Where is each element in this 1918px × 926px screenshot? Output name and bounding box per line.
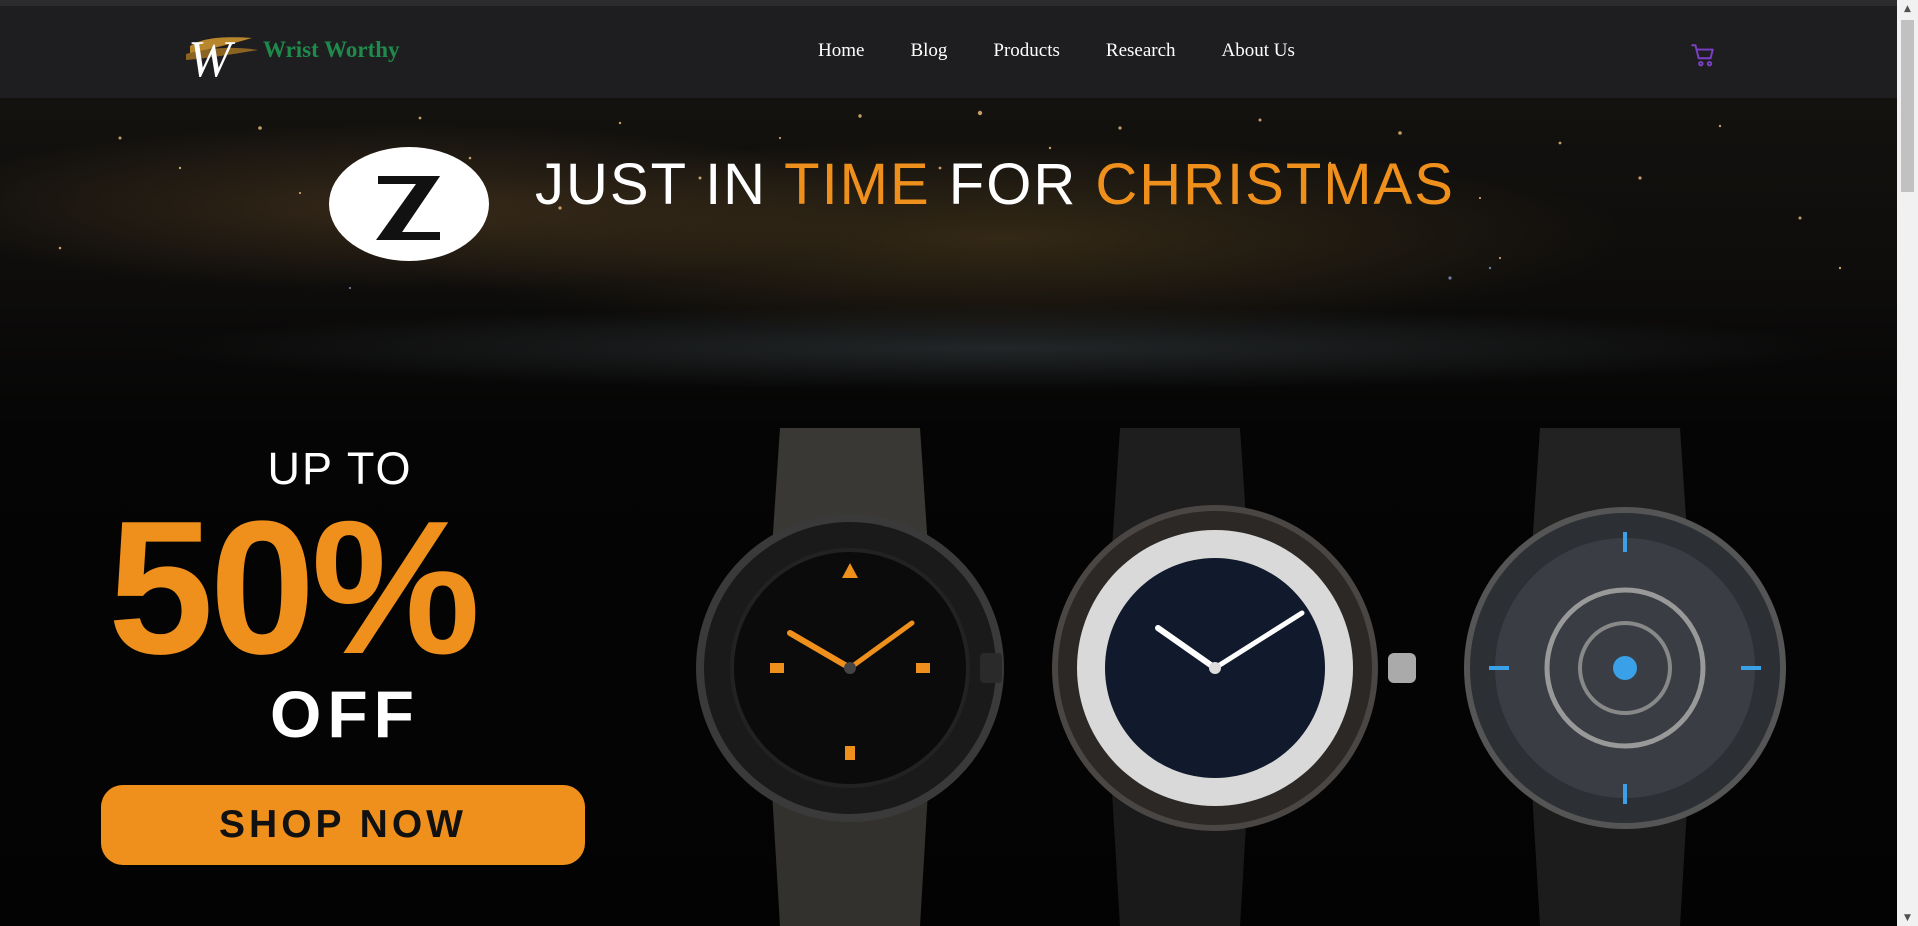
brand-name[interactable]: Wrist Worthy	[263, 37, 400, 63]
svg-text:W: W	[188, 31, 236, 84]
night-earth-background	[58, 110, 1842, 290]
headline-christmas: CHRISTMAS	[1095, 152, 1455, 217]
nav-about-us[interactable]: About Us	[1222, 40, 1295, 62]
z-brand-logo	[329, 147, 489, 261]
watch-1	[696, 428, 1004, 926]
shopping-cart-icon[interactable]	[1690, 42, 1716, 68]
headline-just-in: JUST IN	[535, 152, 785, 217]
watch-3	[1464, 428, 1786, 926]
scrollbar-thumb[interactable]	[1901, 20, 1914, 192]
promo-percent: 50%	[108, 482, 480, 694]
hero-banner: JUST IN TIME FOR CHRISTMAS UP TO 50% OFF…	[0, 98, 1897, 926]
watches-product-image	[696, 428, 1786, 926]
promo-off: OFF	[270, 677, 420, 751]
navbar: W Wrist Worthy Home Blog Products Resear…	[0, 6, 1897, 99]
headline-for: FOR	[930, 152, 1096, 217]
headline-time: TIME	[784, 152, 931, 217]
watch-2	[1052, 428, 1416, 926]
nav-blog[interactable]: Blog	[910, 40, 947, 62]
page-scrollbar[interactable]: ▲ ▼	[1897, 0, 1918, 926]
hero-headline: JUST IN TIME FOR CHRISTMAS	[535, 156, 1455, 214]
ww-monogram-icon[interactable]: W	[182, 24, 262, 84]
nav-home[interactable]: Home	[818, 40, 864, 62]
shop-now-button[interactable]: SHOP NOW	[101, 785, 585, 865]
nav-products[interactable]: Products	[993, 40, 1060, 62]
scroll-down-arrow-icon[interactable]: ▼	[1897, 909, 1918, 926]
main-nav: Home Blog Products Research About Us	[818, 40, 1295, 62]
scroll-up-arrow-icon[interactable]: ▲	[1897, 0, 1918, 17]
nav-research[interactable]: Research	[1106, 40, 1176, 62]
